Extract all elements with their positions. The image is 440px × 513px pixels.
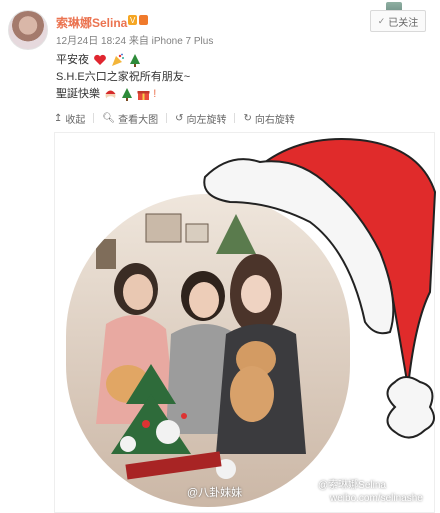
santa-icon (105, 90, 116, 101)
follow-label: 已关注 (388, 17, 419, 29)
image-toolbar: ↥ 收起 🔍︎ 查看大图 ↺ 向左旋转 ↻ 向右旋转 (54, 109, 428, 127)
divider (93, 113, 95, 123)
avatar[interactable] (8, 10, 48, 50)
weibo-url-watermark: weibo.com/selinashe (330, 493, 423, 504)
rotate-left-icon: ↺ (175, 112, 184, 124)
rotate-right-icon: ↻ (243, 112, 252, 124)
vip-badge-icon: V (128, 15, 148, 25)
svg-text:V: V (130, 16, 136, 25)
username-link[interactable]: 索琳娜Selina (56, 14, 127, 31)
divider (234, 113, 236, 123)
watermark-text: @八卦妹妹 (187, 487, 243, 499)
christmas-tree-icon (122, 88, 133, 102)
post-line-1: 平安夜 (56, 52, 190, 69)
post-source: 来自 iPhone 7 Plus (128, 36, 214, 47)
post-line-2: S.H.E六口之家祝所有朋友~ (56, 71, 191, 83)
post-time[interactable]: 12月24日 18:24 (56, 36, 126, 47)
weibo-watermark: @索琳娜Selina (318, 480, 386, 491)
rotate-right-button[interactable]: ↻ 向右旋转 (243, 111, 294, 126)
divider (166, 113, 168, 123)
santa-hat-illustration (203, 138, 437, 439)
follow-button[interactable]: ✓ 已关注 (370, 10, 426, 32)
collapse-button[interactable]: ↥ 收起 (54, 111, 85, 126)
gift-icon (137, 90, 150, 100)
christmas-tree-icon (130, 54, 141, 68)
post-line-3: 聖誕快樂 ! (56, 88, 157, 102)
heart-icon (94, 54, 106, 66)
collapse-icon: ↥ (54, 112, 63, 124)
party-popper-icon (112, 53, 125, 67)
check-icon: ✓ (377, 15, 386, 26)
post-text: 平安夜 S.H.E六口之家祝所有朋友~ 聖誕快樂 ! (56, 52, 190, 103)
view-large-button[interactable]: 🔍︎ 查看大图 (102, 111, 158, 126)
rotate-left-button[interactable]: ↺ 向左旋转 (175, 111, 226, 126)
post-meta: 12月24日 18:24 来自 iPhone 7 Plus (56, 32, 213, 47)
zoom-icon: 🔍︎ (102, 112, 116, 124)
